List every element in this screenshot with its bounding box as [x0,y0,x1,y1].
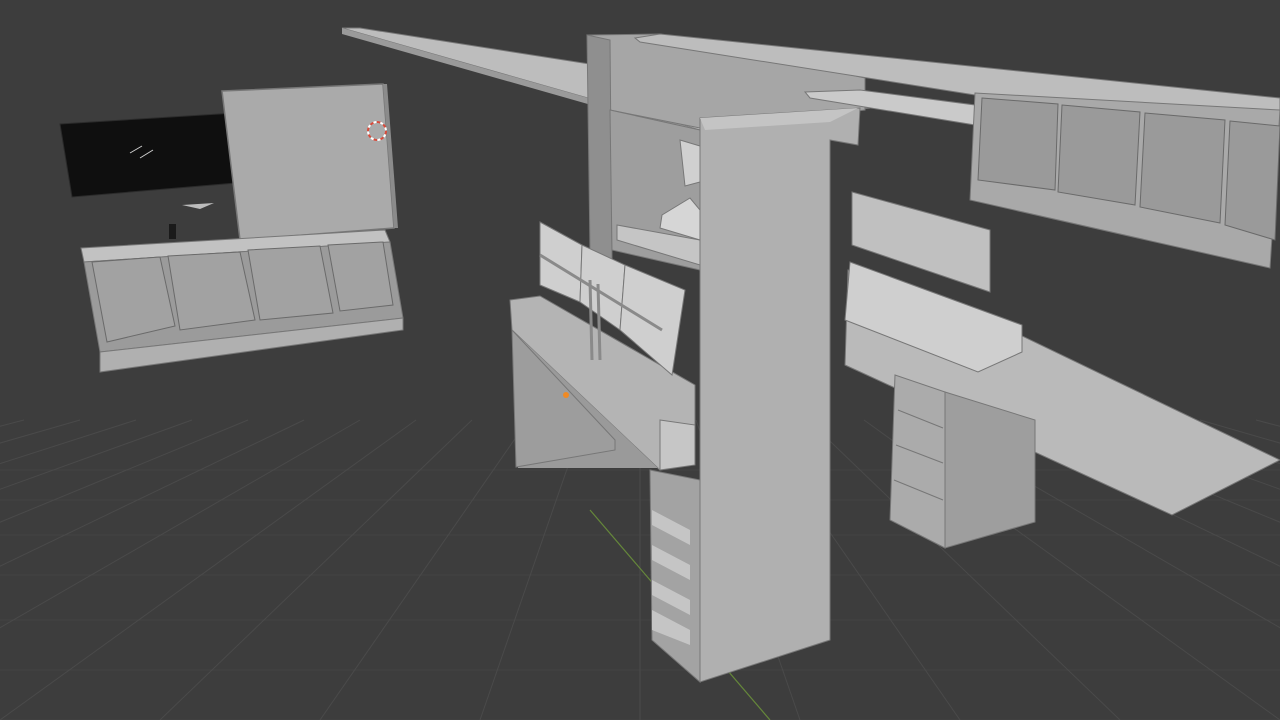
grid-line [319,419,529,720]
grid-line [0,419,193,490]
grid-line [0,419,25,427]
left-whiteboard-panel[interactable] [222,84,398,240]
3d-viewport[interactable] [0,0,1280,720]
grid-line [159,419,473,720]
viewport-canvas[interactable] [0,0,1280,720]
grid-line [0,419,305,567]
grid-line [0,419,417,720]
grid-line [0,419,361,629]
left-low-cabinet[interactable] [81,224,403,372]
origin-dot [563,392,569,398]
left-tv-screen[interactable] [60,113,236,209]
